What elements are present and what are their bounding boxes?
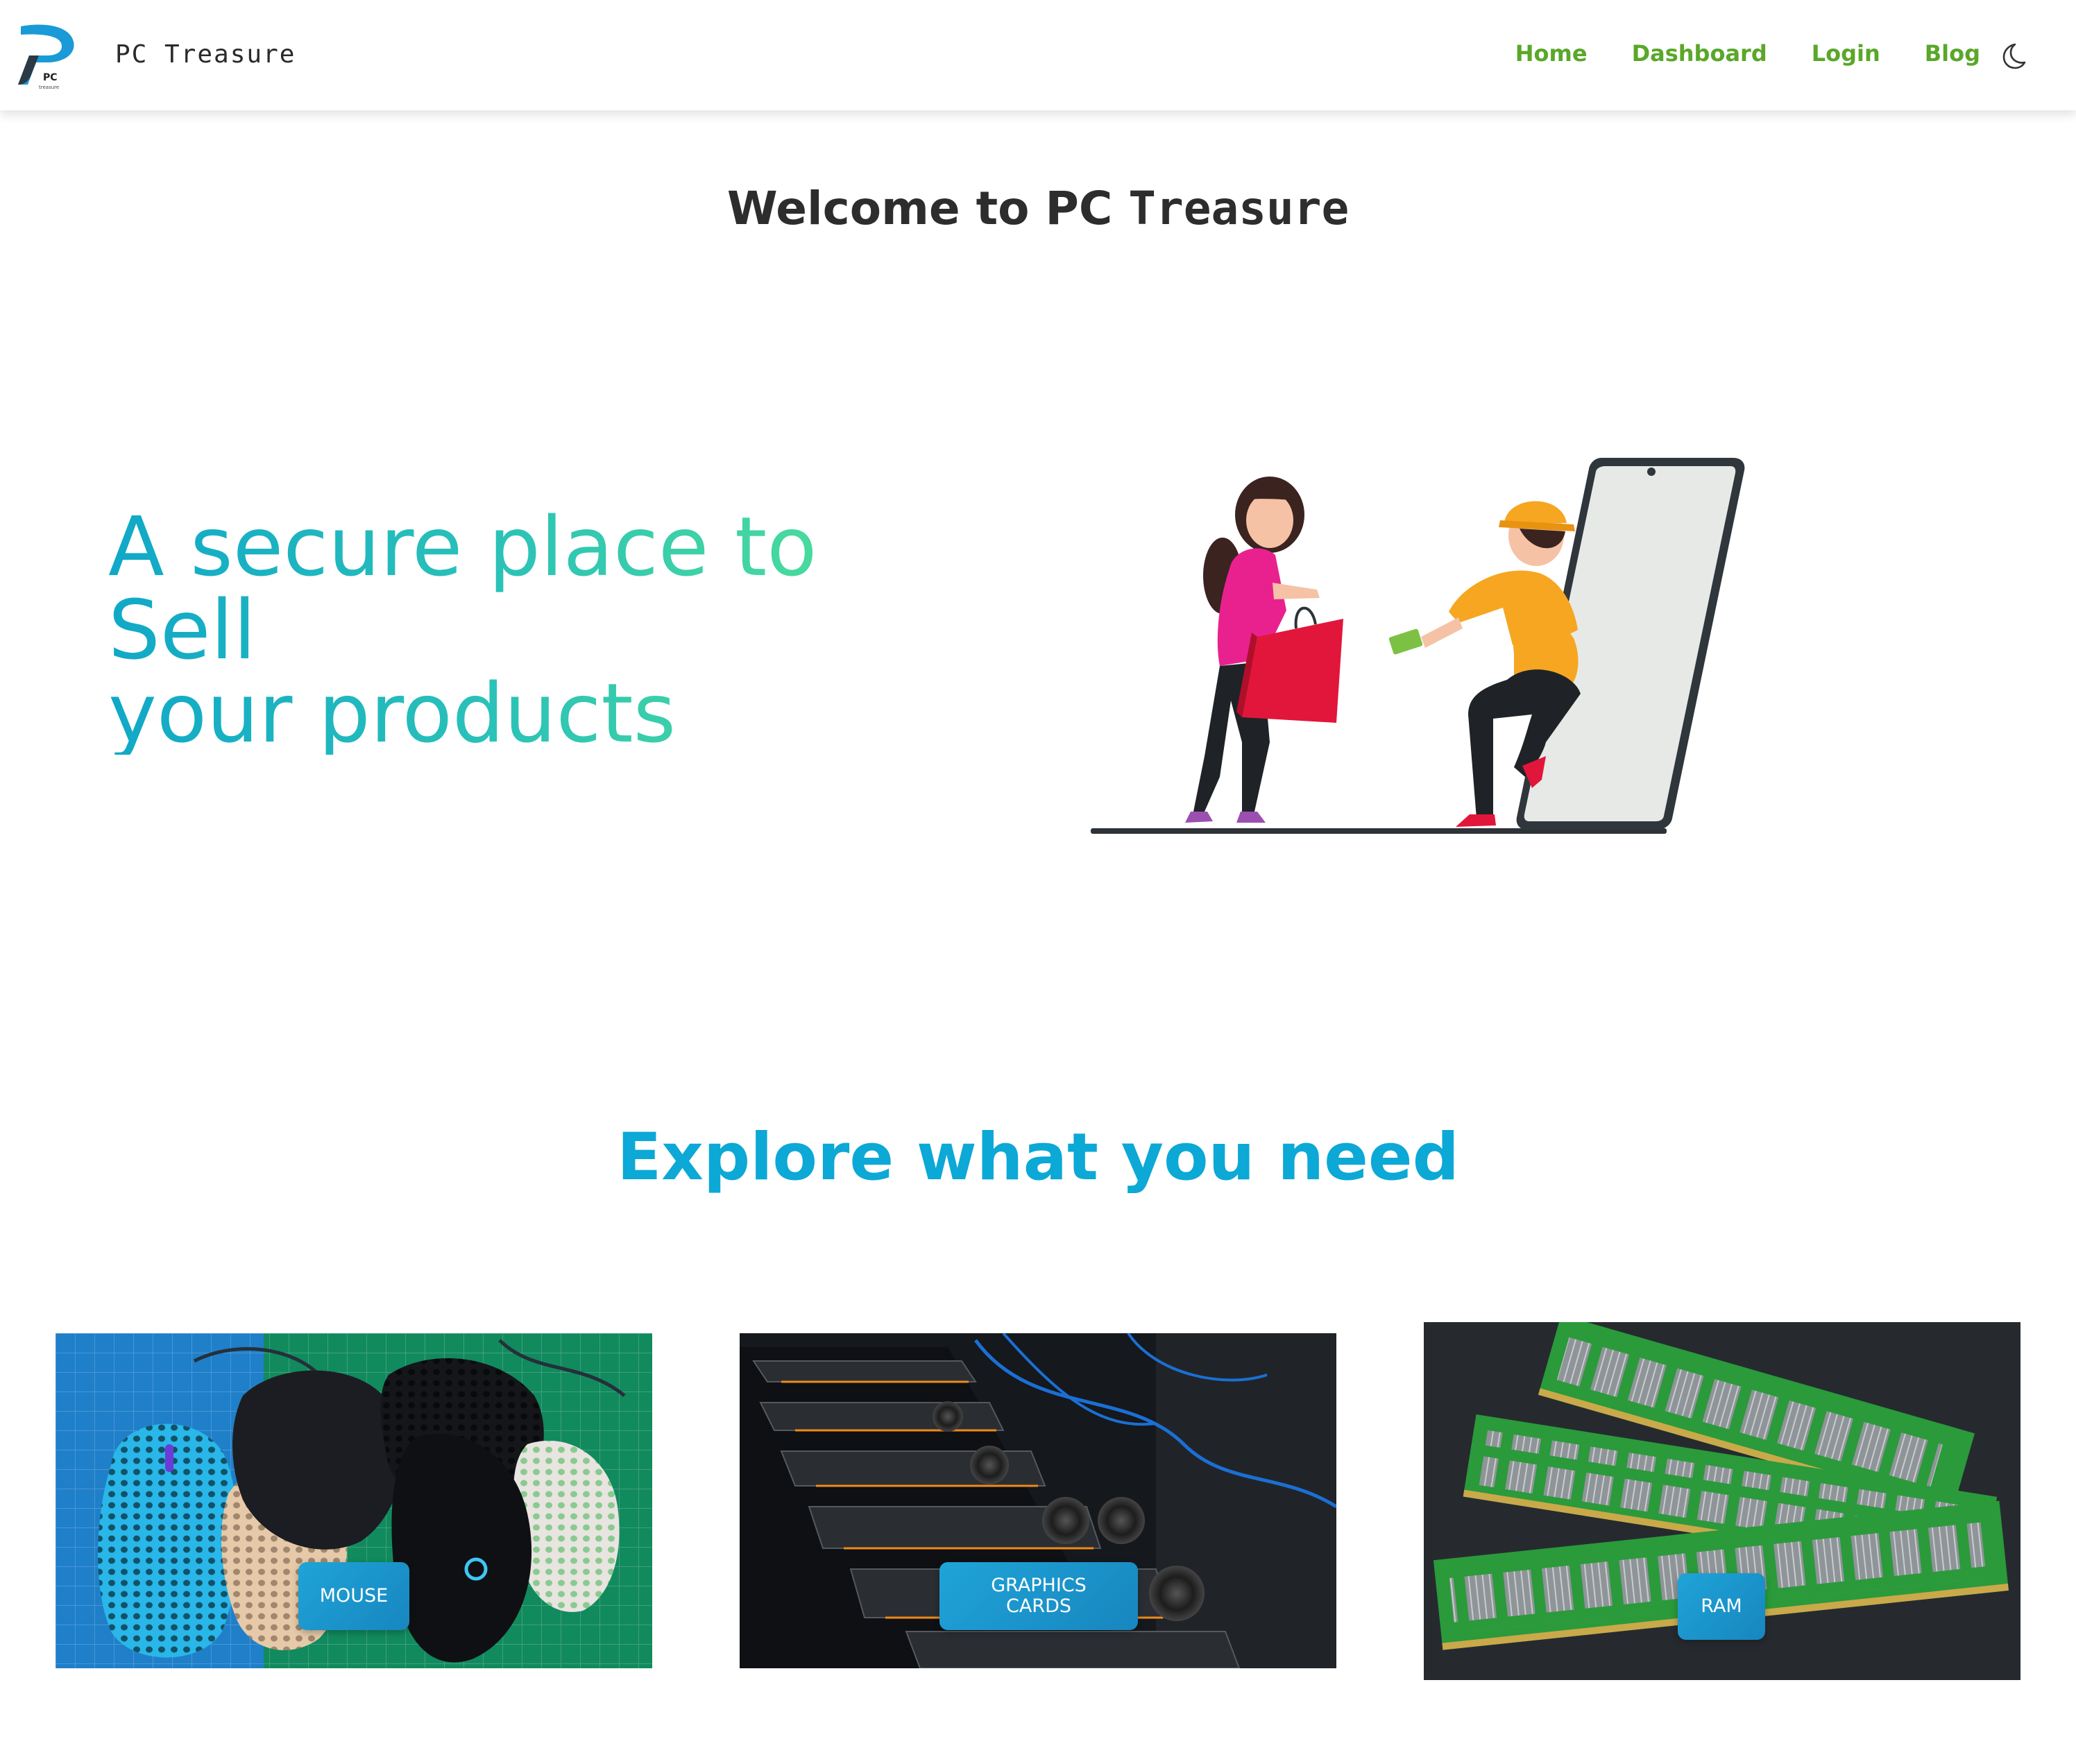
brand-logo-icon[interactable]: PC treasure (15, 21, 79, 90)
explore-heading: Explore what you need (617, 1120, 1459, 1195)
navbar: PC treasure PC Treasure Home Dashboard L… (0, 0, 2076, 110)
nav-blog-link[interactable]: Blog (1925, 40, 1980, 67)
welcome-heading: Welcome to PC Treasure (0, 182, 2076, 235)
category-card-graphics-cards[interactable]: GRAPHICS CARDS (740, 1333, 1336, 1668)
brand-name[interactable]: PC Treasure (115, 40, 296, 69)
category-card-mouse[interactable]: MOUSE (56, 1333, 652, 1668)
category-card-ram[interactable]: RAM (1424, 1322, 2020, 1680)
graphics-cards-category-button[interactable]: GRAPHICS CARDS (939, 1562, 1138, 1630)
ram-category-button[interactable]: RAM (1678, 1573, 1765, 1640)
svg-text:treasure: treasure (39, 85, 59, 90)
hero-line-2: Sell (108, 582, 257, 678)
moon-icon[interactable] (1998, 42, 2027, 71)
svg-text:PC: PC (43, 72, 58, 83)
nav-links: Home Dashboard Login Blog (1515, 40, 1980, 67)
welcome-prefix: Welcome to PC (726, 182, 1113, 235)
nav-dashboard-link[interactable]: Dashboard (1632, 40, 1767, 67)
shopping-illustration (1091, 458, 1745, 834)
graphics-label-line-2: CARDS (1005, 1595, 1071, 1617)
welcome-suffix: Treasure (1128, 182, 1350, 235)
nav-login-link[interactable]: Login (1812, 40, 1880, 67)
hero-line-1: A secure place to (108, 499, 817, 594)
hero-tagline: A secure place to Sell your products (108, 505, 844, 755)
nav-home-link[interactable]: Home (1515, 40, 1588, 67)
hero-line-3: your products (108, 665, 677, 761)
mouse-category-button[interactable]: MOUSE (298, 1562, 409, 1630)
graphics-label-line-1: GRAPHICS (991, 1575, 1087, 1596)
